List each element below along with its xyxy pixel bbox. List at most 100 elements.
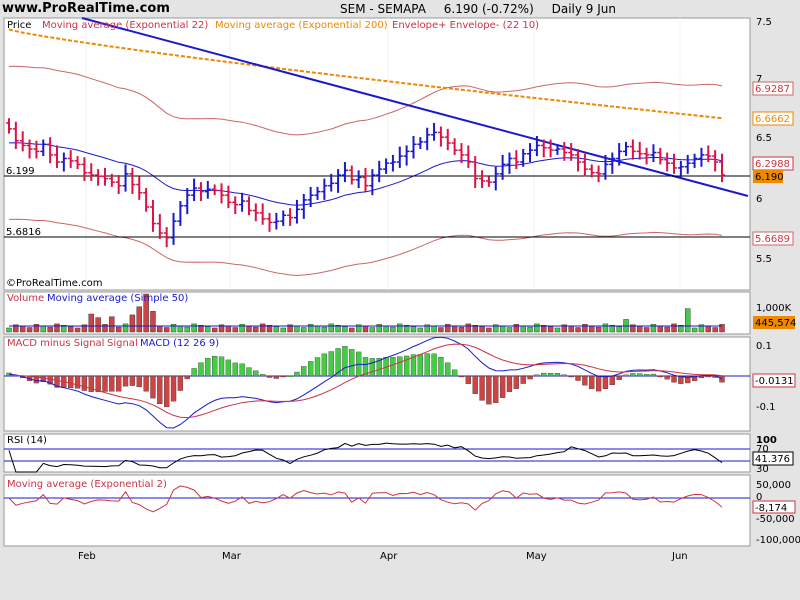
price-panel[interactable]: Price Moving average (Exponential 22) Mo…: [3, 17, 794, 291]
volume-bar: [671, 323, 677, 333]
ema2-value: -8,174: [755, 503, 787, 514]
volume-bar: [129, 314, 136, 333]
ema200-value: 6.6662: [755, 114, 790, 125]
volume-bar: [616, 326, 622, 333]
volume-bar: [650, 324, 657, 333]
volume-bar: [575, 327, 581, 333]
macd-hist-bar: [102, 375, 108, 392]
volume-bar: [157, 325, 163, 333]
macd-hist-bar: [472, 375, 478, 394]
volume-bar: [349, 327, 355, 333]
macd-hist-bar: [506, 375, 513, 392]
macd-hist-bar: [205, 358, 211, 377]
macd-hist-bar: [74, 375, 81, 389]
legend-envelope: Envelope+ Envelope- (22 10): [392, 20, 539, 31]
macd-hist-bar: [465, 375, 471, 384]
volume-panel[interactable]: Volume Moving average (Simple 50) 1,000K…: [3, 291, 796, 335]
macd-hist-bar: [287, 375, 293, 377]
macd-hist-bar: [321, 353, 328, 377]
volume-bar: [410, 326, 417, 333]
macd-hist-bar: [527, 375, 533, 380]
macd-hist-bar: [541, 372, 547, 377]
volume-bar: [685, 308, 691, 333]
x-label-may: May: [526, 551, 547, 562]
macd-hist-bar: [719, 375, 725, 383]
macd-hist-bar: [431, 353, 437, 377]
volume-bar: [390, 326, 396, 333]
legend-ema200: Moving average (Exponential 200): [215, 20, 388, 31]
macd-hist-bar: [369, 358, 376, 377]
macd-hist-bar: [116, 375, 122, 392]
volume-bar: [643, 327, 650, 333]
macd-hist-bar: [150, 375, 156, 399]
volume-bar: [20, 325, 26, 333]
macd-hist-bar: [260, 374, 266, 377]
volume-bar: [88, 313, 94, 333]
volume-bar: [150, 311, 156, 333]
legend-volume: Volume: [7, 293, 44, 304]
macd-hist-bar: [81, 375, 88, 391]
macd-hist-bar: [554, 373, 561, 377]
macd-hist-bar: [595, 375, 602, 392]
macd-hist-bar: [157, 375, 163, 405]
macd-hist-bar: [164, 375, 170, 408]
macd-hist-bar: [561, 374, 567, 377]
volume-bar: [465, 323, 472, 333]
macd-panel-bg: [3, 336, 751, 432]
volume-bar: [328, 323, 334, 333]
macd-hist-bar: [280, 375, 286, 378]
volume-bar: [102, 324, 108, 333]
env-lower-value: 5.6689: [755, 234, 790, 245]
price-legend: Price Moving average (Exponential 22) Mo…: [7, 20, 539, 31]
ema2-panel[interactable]: Moving average (Exponential 2) 50,000 0 …: [3, 474, 800, 547]
macd-hist-bar: [671, 375, 677, 383]
ema2-tick-50000: 50,000: [756, 480, 791, 491]
volume-bar: [376, 324, 382, 333]
macd-hist-bar: [582, 375, 588, 386]
rsi-panel[interactable]: RSI (14) 100 70 41.376 30: [3, 433, 794, 475]
volume-bar: [115, 326, 122, 333]
macd-hist-bar: [170, 375, 177, 402]
macd-hist-bar: [308, 361, 314, 377]
volume-bar: [705, 325, 711, 333]
volume-bar: [383, 325, 389, 333]
macd-hist-bar: [609, 375, 615, 386]
volume-bar: [211, 327, 218, 333]
macd-hist-bar: [301, 366, 307, 377]
macd-hist-bar: [499, 375, 506, 398]
macd-hist-bar: [232, 362, 238, 377]
volume-bar: [314, 325, 321, 333]
macd-hist-bar: [493, 375, 499, 403]
macd-hist-bar: [225, 359, 232, 377]
volume-bar: [294, 325, 300, 333]
price-tick-5-5: 5.5: [756, 254, 772, 265]
volume-bar: [397, 323, 403, 333]
volume-bar: [47, 326, 53, 333]
x-label-feb: Feb: [78, 551, 96, 562]
x-label-apr: Apr: [380, 551, 398, 562]
volume-bar: [479, 326, 485, 333]
price-tick-6: 6: [756, 194, 762, 205]
stock-chart[interactable]: Price Moving average (Exponential 22) Mo…: [0, 0, 800, 600]
legend-price: Price: [7, 20, 31, 31]
legend-macd: MACD (12 26 9): [140, 338, 219, 349]
volume-bar: [246, 325, 252, 333]
macd-hist-bar: [664, 375, 670, 380]
volume-bar: [191, 323, 197, 333]
volume-bar: [719, 324, 725, 333]
macd-hist-bar: [438, 357, 444, 377]
macd-hist-bar: [397, 356, 403, 377]
volume-bar: [657, 325, 663, 333]
volume-bar: [307, 324, 314, 333]
macd-hist-bar: [630, 373, 636, 377]
macd-hist-bar: [568, 375, 574, 378]
hline-lower-label: 5.6816: [6, 227, 41, 238]
macd-hist-bar: [486, 375, 492, 405]
macd-hist-bar: [602, 375, 609, 389]
macd-hist-bar: [109, 375, 115, 392]
macd-hist-bar: [451, 369, 458, 377]
volume-bar: [280, 327, 286, 333]
volume-bar: [664, 326, 670, 333]
volume-bar: [259, 323, 266, 333]
macd-panel[interactable]: MACD minus Signal Signal MACD (12 26 9) …: [3, 336, 796, 432]
